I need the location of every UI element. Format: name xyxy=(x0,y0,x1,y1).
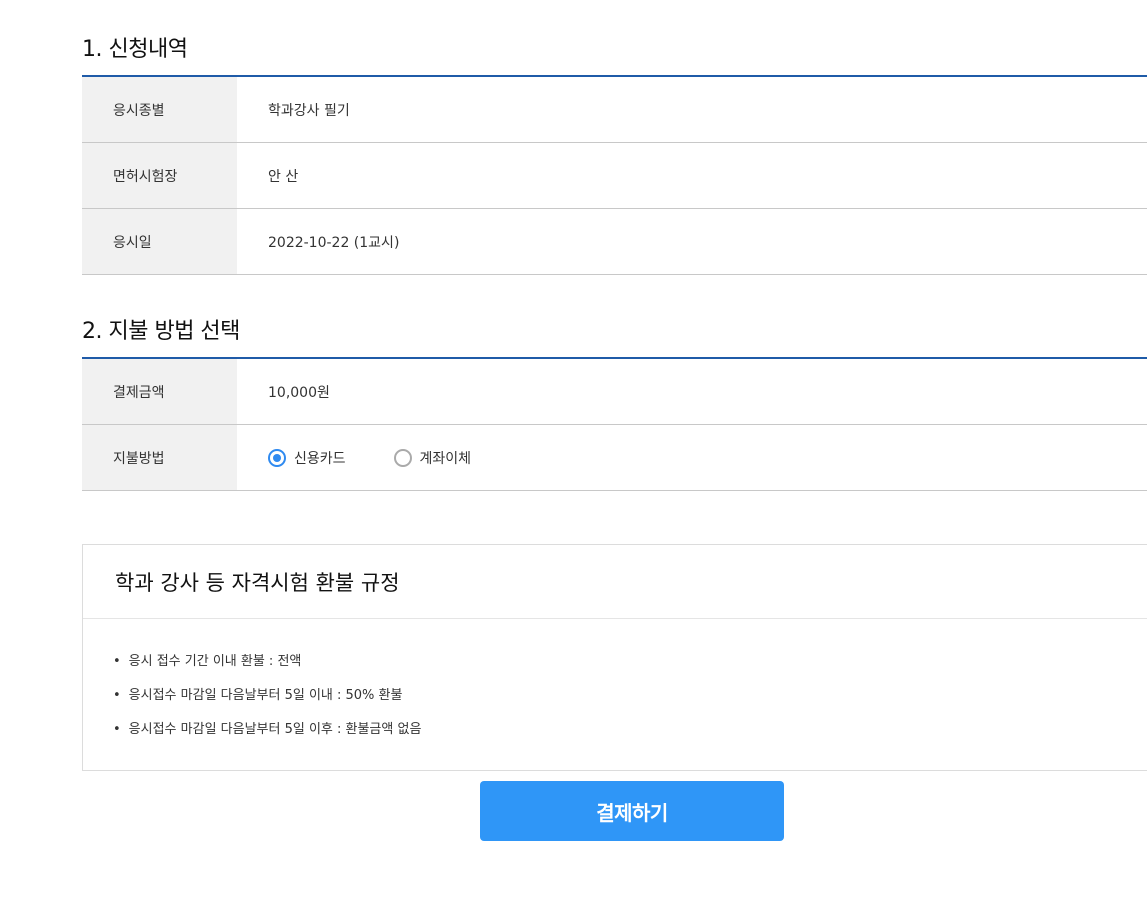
payment-table: 결제금액 10,000원 지불방법 신용카드 계좌이체 xyxy=(82,357,1147,491)
refund-item-text: 응시 접수 기간 이내 환불 : 전액 xyxy=(128,654,302,669)
radio-label-credit-card[interactable]: 신용카드 xyxy=(294,448,346,468)
row-label-exam-date: 응시일 xyxy=(82,209,237,274)
radio-credit-card[interactable]: 신용카드 xyxy=(268,448,346,468)
row-label-test-center: 면허시험장 xyxy=(82,143,237,208)
table-row: 응시종별 학과강사 필기 xyxy=(82,77,1147,143)
table-row: 면허시험장 안 산 xyxy=(82,143,1147,209)
bullet-icon: • xyxy=(113,688,121,703)
radio-button-credit-card[interactable] xyxy=(268,448,286,467)
row-value-exam-date: 2022-10-22 (1교시) xyxy=(268,234,400,251)
row-value-test-center: 안 산 xyxy=(268,168,299,185)
pay-button[interactable]: 결제하기 xyxy=(480,781,784,841)
payment-method-options: 신용카드 계좌이체 xyxy=(237,425,1147,490)
row-value-exam-type: 학과강사 필기 xyxy=(268,102,350,119)
radio-bank-transfer[interactable]: 계좌이체 xyxy=(393,448,472,468)
table-row: 결제금액 10,000원 xyxy=(82,359,1147,425)
row-label-exam-type: 응시종별 xyxy=(82,77,237,142)
row-label-amount: 결제금액 xyxy=(82,359,237,424)
bullet-icon: • xyxy=(113,654,121,669)
table-row: 응시일 2022-10-22 (1교시) xyxy=(82,209,1147,275)
list-item: • 응시 접수 기간 이내 환불 : 전액 xyxy=(113,649,1147,683)
list-item: • 응시접수 마감일 다음날부터 5일 이후 : 환불금액 없음 xyxy=(113,717,1147,751)
radio-label-bank-transfer[interactable]: 계좌이체 xyxy=(420,448,472,468)
radio-button-bank-transfer[interactable] xyxy=(393,448,412,467)
refund-policy-box: 학과 강사 등 자격시험 환불 규정 • 응시 접수 기간 이내 환불 : 전액 … xyxy=(82,544,1147,771)
refund-policy-title: 학과 강사 등 자격시험 환불 규정 xyxy=(83,545,1147,619)
row-value-amount: 10,000원 xyxy=(268,384,330,401)
section-title-application: 1. 신청내역 xyxy=(82,37,188,62)
application-table: 응시종별 학과강사 필기 면허시험장 안 산 응시일 2022-10-22 (1… xyxy=(82,75,1147,275)
refund-item-text: 응시접수 마감일 다음날부터 5일 이내 : 50% 환불 xyxy=(128,688,403,703)
refund-policy-list: • 응시 접수 기간 이내 환불 : 전액 • 응시접수 마감일 다음날부터 5일 … xyxy=(83,619,1147,751)
section-title-payment: 2. 지불 방법 선택 xyxy=(82,319,240,344)
bullet-icon: • xyxy=(113,722,121,737)
list-item: • 응시접수 마감일 다음날부터 5일 이내 : 50% 환불 xyxy=(113,683,1147,717)
row-label-payment-method: 지불방법 xyxy=(82,425,237,490)
refund-item-text: 응시접수 마감일 다음날부터 5일 이후 : 환불금액 없음 xyxy=(128,722,422,737)
table-row: 지불방법 신용카드 계좌이체 xyxy=(82,425,1147,491)
